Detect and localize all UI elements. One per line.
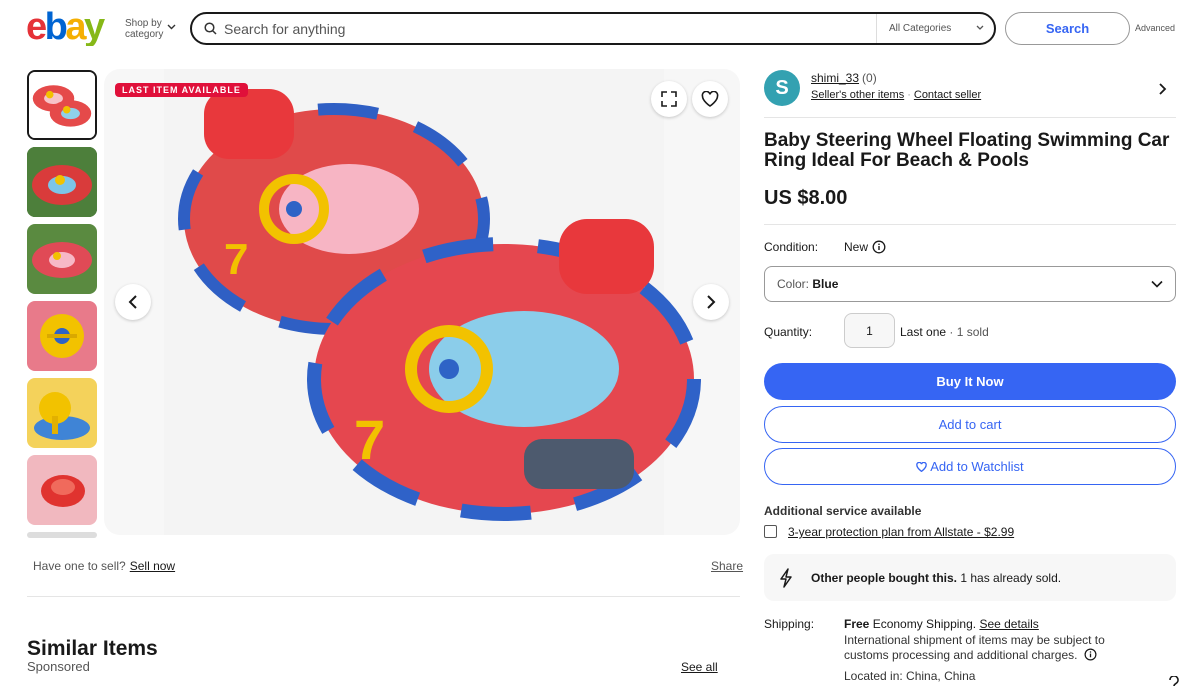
add-to-watchlist-label: Add to Watchlist	[930, 459, 1024, 474]
main-product-image[interactable]: 7 7 LAST ITEM AVAILABLE	[104, 69, 740, 535]
social-proof-text: Other people bought this. 1 has already …	[811, 571, 1061, 585]
shop-by-category[interactable]: Shop by category	[125, 18, 176, 40]
seller-info: shimi_33 (0)	[811, 71, 877, 85]
share-link[interactable]: Share	[711, 559, 743, 573]
chevron-right-icon[interactable]	[1158, 82, 1167, 96]
chevron-down-icon	[1151, 280, 1163, 288]
social-proof-bold: Other people bought this.	[811, 571, 957, 585]
see-details-link[interactable]: See details	[979, 617, 1038, 631]
watch-heart-button[interactable]	[692, 81, 728, 117]
sell-now-link[interactable]: Sell now	[130, 559, 175, 573]
search-button[interactable]: Search	[1005, 12, 1130, 45]
swim-float-image: 7 7	[164, 69, 701, 535]
thumbnail-3[interactable]	[27, 224, 97, 294]
condition-label: Condition:	[764, 240, 819, 254]
search-bar: All Categories	[190, 12, 996, 45]
see-all-link[interactable]: See all	[681, 660, 718, 674]
chevron-left-icon	[128, 295, 137, 309]
quantity-note: Last one · 1 sold	[900, 325, 989, 339]
seller-links: Seller's other items · Contact seller	[811, 89, 981, 101]
thumbnail-4[interactable]	[27, 301, 97, 371]
shipping-type: Economy Shipping	[872, 617, 973, 631]
float-thumbnail-image	[27, 224, 97, 294]
add-to-cart-button[interactable]: Add to cart	[764, 406, 1176, 443]
next-image-button[interactable]	[693, 284, 729, 320]
search-input[interactable]	[224, 20, 844, 38]
lightning-icon	[780, 568, 792, 588]
thumbnail-6[interactable]	[27, 455, 97, 525]
divider	[764, 224, 1176, 225]
search-icon	[204, 22, 217, 35]
shipping-summary: Free Economy Shipping. See details	[844, 617, 1039, 631]
shop-by-label: Shop by	[125, 18, 162, 29]
float-thumbnail-image	[27, 455, 97, 525]
ebay-logo[interactable]: ebay	[26, 8, 114, 46]
have-one-label: Have one to sell?	[33, 559, 126, 573]
thumbnail-1[interactable]	[27, 70, 97, 140]
international-shipping-note: International shipment of items may be s…	[844, 633, 1144, 663]
prev-image-button[interactable]	[115, 284, 151, 320]
quantity-input[interactable]	[844, 313, 895, 348]
expand-icon	[661, 91, 677, 107]
add-to-watchlist-button[interactable]: Add to Watchlist	[764, 448, 1176, 485]
sold-count: 1 sold	[956, 325, 989, 339]
last-one-label: Last one	[900, 325, 947, 339]
color-select[interactable]: Color: Blue	[764, 266, 1176, 302]
color-value: Blue	[812, 277, 839, 291]
condition-value: New	[844, 240, 869, 254]
seller-name-link[interactable]: shimi_33	[811, 71, 859, 85]
help-icon[interactable]	[1167, 676, 1181, 688]
shipping-free: Free	[844, 617, 870, 631]
float-thumbnail-image	[27, 147, 97, 217]
fullscreen-button[interactable]	[651, 81, 687, 117]
svg-text:7: 7	[224, 235, 248, 284]
protection-plan-label[interactable]: 3-year protection plan from Allstate - $…	[788, 525, 1014, 539]
thumbnail-2[interactable]	[27, 147, 97, 217]
seller-avatar[interactable]: S	[764, 70, 800, 106]
item-title: Baby Steering Wheel Floating Swimming Ca…	[764, 130, 1170, 171]
info-icon[interactable]	[1084, 648, 1097, 661]
float-thumbnail-image	[27, 301, 97, 371]
float-thumbnail-image	[29, 72, 95, 138]
float-thumbnail-image	[27, 378, 97, 448]
category-select[interactable]: All Categories	[876, 14, 994, 43]
svg-text:ebay: ebay	[26, 8, 105, 46]
chevron-down-icon	[167, 24, 176, 30]
social-proof-banner: Other people bought this. 1 has already …	[764, 554, 1176, 601]
quantity-label: Quantity:	[764, 325, 813, 339]
info-icon[interactable]	[872, 240, 886, 254]
international-shipping-text: International shipment of items may be s…	[844, 633, 1105, 662]
chevron-down-icon	[976, 25, 984, 30]
protection-plan-checkbox[interactable]	[764, 525, 777, 538]
advanced-search-link[interactable]: Advanced	[1135, 23, 1175, 33]
sell-one-prompt: Have one to sell? Sell now	[33, 559, 175, 573]
contact-seller-link[interactable]: Contact seller	[914, 89, 981, 101]
divider	[27, 596, 740, 597]
seller-feedback: (0)	[862, 71, 877, 85]
color-label: Color:	[777, 277, 810, 291]
heart-icon	[701, 91, 719, 107]
additional-service-heading: Additional service available	[764, 504, 922, 518]
svg-text:7: 7	[354, 408, 385, 471]
shop-by-category-label: category	[125, 29, 164, 40]
chevron-right-icon	[707, 295, 716, 309]
separator-dot: ·	[907, 89, 911, 101]
heart-icon	[916, 461, 928, 473]
last-item-badge: LAST ITEM AVAILABLE	[115, 83, 248, 97]
category-select-label: All Categories	[889, 23, 952, 34]
thumbnail-5[interactable]	[27, 378, 97, 448]
item-location: Located in: China, China	[844, 669, 976, 683]
social-proof-rest: 1 has already sold.	[960, 571, 1062, 585]
buy-it-now-button[interactable]: Buy It Now	[764, 363, 1176, 400]
sponsored-label: Sponsored	[27, 659, 90, 674]
seller-other-items-link[interactable]: Seller's other items	[811, 89, 904, 101]
divider	[764, 117, 1176, 118]
shipping-label: Shipping:	[764, 617, 815, 631]
item-price: US $8.00	[764, 187, 848, 209]
similar-items-heading: Similar Items	[27, 637, 158, 660]
thumbnail-7-partial[interactable]	[27, 532, 97, 538]
